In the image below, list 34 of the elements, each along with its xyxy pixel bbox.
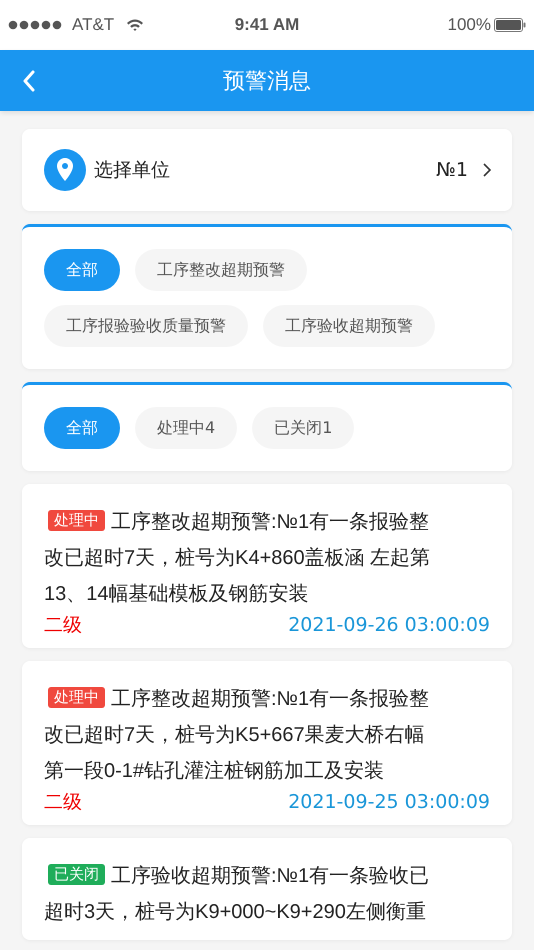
unit-selector[interactable]: 选择单位 №1 — [22, 129, 512, 211]
filter-chip[interactable]: 工序验收超期预警 — [263, 305, 435, 347]
warning-level: 二级 — [44, 613, 82, 638]
message-text: 工序验收超期预警:№1有一条验收已 — [111, 864, 430, 889]
message-text: 第一段0-1#钻孔灌注桩钢筋加工及安装 — [44, 759, 386, 784]
message-text: 超时3天，桩号为K9+000~K9+290左侧衡重 — [44, 900, 427, 925]
unit-label: 选择单位 — [94, 158, 171, 183]
status-tag: 已关闭 — [48, 864, 105, 885]
message-text: 13、14幅基础模板及钢筋安装 — [44, 582, 310, 607]
battery-percent: 100% — [448, 15, 491, 35]
message-time: 2021-09-26 03:00:09 — [288, 614, 490, 636]
filter-chip[interactable]: 处理中4 — [135, 407, 238, 449]
filter-chip[interactable]: 工序报验验收质量预警 — [44, 305, 248, 347]
unit-value: №1 — [436, 159, 468, 181]
clock-time: 9:41 AM — [234, 15, 300, 35]
message-card[interactable]: 处理中 工序整改超期预警:№1有一条报验整 改已超时7天，桩号为K4+860盖板涵 左起第 13、14幅基础模板及钢筋安装 二级 2021-09-26 03:00:09 — [22, 484, 512, 648]
screen-title: 预警消息 — [223, 68, 311, 96]
carrier-name: AT&T — [72, 15, 114, 35]
message-time: 2021-09-25 03:00:09 — [288, 791, 490, 813]
location-pin-icon — [44, 149, 86, 191]
message-card[interactable]: 处理中 工序整改超期预警:№1有一条报验整 改已超时7天，桩号为K5+667果麦大桥右幅 第一段0-1#钻孔灌注桩钢筋加工及安装 二级 2021-09-25 03:00:09 — [22, 661, 512, 825]
message-text: 工序整改超期预警:№1有一条报验整 — [111, 510, 430, 535]
status-tag: 处理中 — [48, 510, 105, 531]
chevron-right-icon — [482, 162, 492, 178]
message-text: 工序整改超期预警:№1有一条报验整 — [111, 687, 430, 712]
warning-level: 二级 — [44, 790, 82, 815]
filter-chip[interactable]: 工序整改超期预警 — [135, 249, 307, 291]
message-text: 改已超时7天，桩号为K5+667果麦大桥右幅 — [44, 723, 426, 748]
message-card[interactable]: 已关闭 工序验收超期预警:№1有一条验收已 超时3天，桩号为K9+000~K9+290左侧衡重 — [22, 838, 512, 940]
battery-icon — [494, 18, 526, 32]
status-tag: 处理中 — [48, 687, 105, 708]
filter-chip[interactable]: 已关闭1 — [252, 407, 354, 449]
message-text: 改已超时7天，桩号为K4+860盖板涵 左起第 — [44, 546, 432, 571]
wifi-icon — [126, 18, 144, 32]
